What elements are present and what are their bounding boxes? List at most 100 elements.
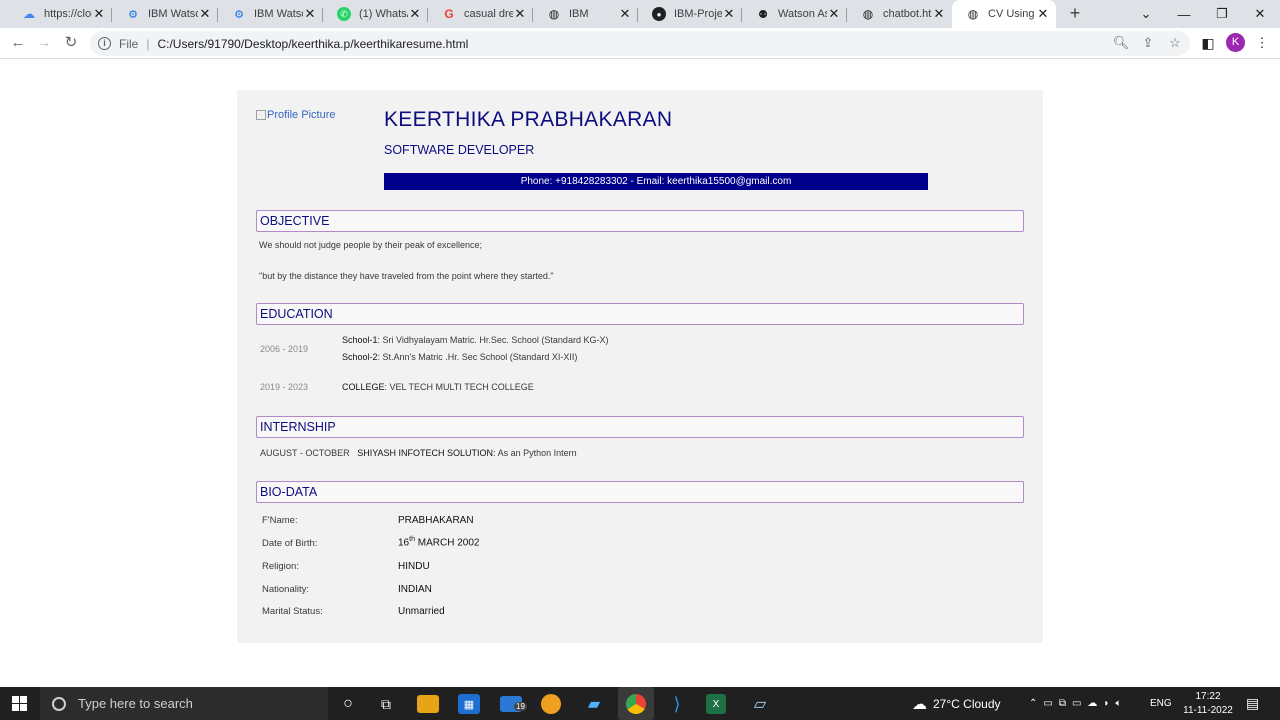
address-bar[interactable]: i File | C:/Users/91790/Desktop/keerthik… — [90, 31, 1190, 56]
page-viewport: Profile Picture KEERTHIKA PRABHAKARAN SO… — [0, 60, 1280, 687]
tab-title: Watson Ass — [778, 8, 827, 20]
menu-kebab-icon[interactable]: ⋮ — [1253, 34, 1271, 52]
language-indicator[interactable]: ENG — [1150, 687, 1172, 720]
forward-button[interactable]: → — [34, 33, 54, 53]
close-icon[interactable]: ✕ — [827, 6, 841, 22]
school-years: 2006 - 2019 — [260, 344, 309, 354]
resume-card: Profile Picture KEERTHIKA PRABHAKARAN SO… — [237, 90, 1043, 643]
tab-cloud[interactable]: ☁ https://clou ✕ — [8, 0, 112, 28]
contact-bar: Phone: +918428283302 - Email: keerthika1… — [384, 173, 928, 190]
tab-title: casual dress — [464, 8, 513, 20]
watson-icon: ⚙ — [234, 8, 244, 21]
objective-line-1: We should not judge people by their peak… — [259, 240, 482, 250]
tab-title: IBM Watson — [148, 8, 198, 20]
notification-icon[interactable]: ▤ — [1246, 687, 1259, 720]
system-tray-icons[interactable]: ⌃▭⧉▭☁◗🔈︎ — [1029, 687, 1127, 720]
bio-label-marital: Marital Status: — [262, 606, 323, 617]
bio-value-nationality: INDIAN — [398, 584, 432, 595]
brave-icon[interactable] — [541, 694, 561, 714]
tab-google-search[interactable]: G casual dress ✕ — [428, 0, 533, 28]
tab-title: (1) WhatsAp — [359, 8, 408, 20]
minimize-button[interactable]: — — [1165, 0, 1203, 28]
excel-icon[interactable]: X — [706, 694, 726, 714]
profile-avatar[interactable]: K — [1226, 33, 1245, 52]
bio-label-fname: F'Name: — [262, 515, 298, 526]
tab-title: chatbot.htm — [883, 8, 932, 20]
chrome-taskbar-icon[interactable] — [618, 687, 654, 720]
close-icon[interactable]: ✕ — [722, 6, 736, 22]
close-icon[interactable]: ✕ — [303, 6, 317, 22]
tab-whatsapp[interactable]: ✆ (1) WhatsAp ✕ — [323, 0, 428, 28]
info-icon[interactable]: i — [98, 37, 111, 50]
objective-heading: OBJECTIVE — [256, 210, 1024, 232]
windows-taskbar: Type here to search ○ ⧉ ▦ 19 ▰ ⟩ X ▱ ☁ 2… — [0, 687, 1280, 720]
taskbar-search[interactable]: Type here to search — [40, 687, 328, 720]
new-tab-button[interactable]: + — [1066, 4, 1084, 22]
restore-button[interactable]: ❐ — [1203, 0, 1241, 28]
url-scheme: File — [119, 36, 139, 51]
objective-line-2: "but by the distance they have traveled … — [259, 271, 554, 281]
close-icon[interactable]: ✕ — [408, 6, 422, 22]
tab-ibm[interactable]: ◍ IBM ✕ — [533, 0, 638, 28]
back-button[interactable]: ← — [8, 33, 28, 53]
bookmark-star-icon[interactable]: ☆ — [1166, 34, 1184, 52]
task-view-icon[interactable]: ⧉ — [374, 692, 398, 716]
close-icon[interactable]: ✕ — [618, 6, 632, 22]
close-icon[interactable]: ✕ — [92, 6, 106, 22]
tab-title: IBM — [569, 8, 589, 20]
tab-chatbot[interactable]: ◍ chatbot.htm ✕ — [847, 0, 952, 28]
education-heading: EDUCATION — [256, 303, 1024, 325]
bio-value-religion: HINDU — [398, 561, 430, 572]
reload-button[interactable]: ↻ — [61, 33, 81, 53]
cortana-icon[interactable]: ○ — [336, 692, 360, 716]
college-years: 2019 - 2023 — [260, 382, 309, 392]
globe-icon: ◍ — [548, 7, 560, 21]
bio-value-fname: PRABHAKARAN — [398, 515, 474, 526]
broken-image-icon — [256, 110, 266, 120]
globe-icon: ◍ — [967, 7, 979, 21]
mail-badge: 19 — [514, 702, 527, 711]
close-icon[interactable]: ✕ — [1036, 6, 1050, 22]
bio-value-dob: 16th MARCH 2002 — [398, 536, 480, 549]
candidate-role: SOFTWARE DEVELOPER — [384, 143, 535, 157]
candidate-name: KEERTHIKA PRABHAKARAN — [384, 108, 673, 131]
cloudy-weather-icon: ☁ — [912, 695, 927, 713]
biodata-heading: BIO-DATA — [256, 481, 1024, 503]
start-button[interactable] — [12, 696, 27, 711]
bio-label-nationality: Nationality: — [262, 584, 309, 595]
store-icon[interactable]: ▦ — [458, 694, 480, 714]
tab-github-project[interactable]: ● IBM-Project ✕ — [638, 0, 742, 28]
close-icon[interactable]: ✕ — [513, 6, 527, 22]
side-panel-icon[interactable]: ◧ — [1199, 34, 1217, 52]
tab-search-chevron-icon[interactable]: ⌄ — [1127, 0, 1165, 28]
tab-watson-assistant[interactable]: ⚉ Watson Ass ✕ — [742, 0, 847, 28]
mail-icon[interactable]: 19 — [500, 696, 527, 712]
tab-title: IBM-Project — [674, 8, 722, 20]
notepad-icon[interactable]: ▱ — [748, 692, 772, 716]
taskbar-clock[interactable]: 17:22 11-11-2022 — [1176, 690, 1240, 718]
close-icon[interactable]: ✕ — [932, 6, 946, 22]
school-1-entry: School-1: Sri Vidhyalayam Matric. Hr.Sec… — [342, 335, 609, 345]
url-text[interactable]: C:/Users/91790/Desktop/keerthika.p/keert… — [157, 37, 468, 51]
weather-widget[interactable]: ☁ 27°C Cloudy — [912, 687, 1001, 720]
file-explorer-icon[interactable] — [417, 695, 439, 713]
tab-cv-active[interactable]: ◍ CV Using H ✕ — [952, 0, 1056, 28]
vscode-icon[interactable]: ⟩ — [665, 692, 689, 716]
globe-icon: ◍ — [862, 7, 874, 21]
tab-strip: ☁ https://clou ✕ ⚙ IBM Watson ✕ ⚙ IBM Wa… — [0, 0, 1280, 28]
close-icon[interactable]: ✕ — [198, 6, 212, 22]
tab-ibm-watson-2[interactable]: ⚙ IBM Watson ✕ — [218, 0, 323, 28]
close-window-button[interactable]: ✕ — [1241, 0, 1279, 28]
whatsapp-icon: ✆ — [337, 7, 351, 21]
app-icon[interactable]: ▰ — [582, 692, 606, 716]
tab-ibm-watson-1[interactable]: ⚙ IBM Watson ✕ — [112, 0, 218, 28]
share-icon[interactable]: ⇪ — [1139, 34, 1157, 52]
bio-label-dob: Date of Birth: — [262, 538, 318, 549]
bio-value-marital: Unmarried — [398, 606, 445, 617]
zoom-icon[interactable]: 🔍︎ — [1112, 34, 1130, 52]
tab-title: CV Using H — [988, 8, 1036, 20]
cloud-icon: ☁ — [23, 7, 35, 21]
tab-title: https://clou — [44, 8, 92, 20]
internship-heading: INTERNSHIP — [256, 416, 1024, 438]
browser-toolbar: ← → ↻ i File | C:/Users/91790/Desktop/ke… — [0, 28, 1280, 59]
